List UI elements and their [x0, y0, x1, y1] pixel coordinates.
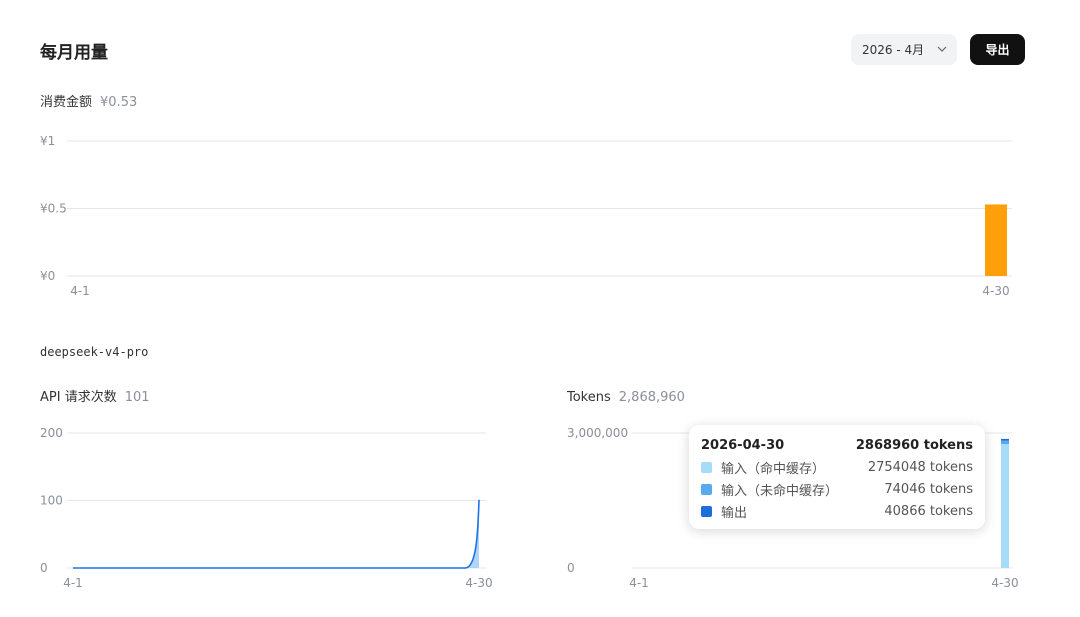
requests-summary: API 请求次数 101: [40, 386, 150, 405]
tokens-label: Tokens: [567, 390, 611, 405]
x-tick-label: 4-30: [465, 576, 492, 590]
requests-line: [73, 499, 480, 569]
legend-swatch: [701, 483, 712, 495]
x-tick-label: 4-1: [629, 576, 649, 590]
requests-area: [73, 499, 479, 568]
tooltip-row-output: 输出 40866 tokens: [701, 500, 973, 522]
y-tick-label: 100: [40, 494, 63, 508]
x-tick-label: 4-1: [63, 576, 83, 590]
tooltip-row-value: 2754048 tokens: [867, 459, 973, 475]
tooltip-row-label: 输入（未命中缓存）: [721, 483, 839, 499]
requests-label: API 请求次数: [40, 390, 117, 405]
requests-value: 101: [124, 390, 150, 405]
tooltip-header: 2026-04-30 2868960 tokens: [701, 435, 973, 455]
y-tick-label: 0: [567, 561, 575, 575]
chart-tooltip: 2026-04-30 2868960 tokens 输入（命中缓存） 27540…: [689, 425, 985, 529]
y-tick-label: 200: [40, 426, 63, 440]
tooltip-row-value: 40866 tokens: [884, 503, 973, 519]
x-tick-label: 4-30: [991, 576, 1018, 590]
tokens-value: 2,868,960: [618, 390, 685, 405]
tooltip-total: 2868960 tokens: [855, 437, 973, 453]
tokens-summary: Tokens 2,868,960: [567, 386, 685, 405]
y-tick-label: 3,000,000: [567, 426, 628, 440]
tooltip-date: 2026-04-30: [701, 437, 785, 453]
y-tick-label: ¥0: [40, 269, 55, 283]
tooltip-row-label: 输出: [721, 505, 748, 521]
tooltip-row-value: 74046 tokens: [884, 481, 973, 497]
tooltip-row-cache-miss: 输入（未命中缓存） 74046 tokens: [701, 478, 973, 500]
legend-swatch: [701, 505, 712, 517]
tokens-bar-segment: [1001, 440, 1009, 445]
legend-swatch: [701, 461, 712, 473]
cost-bar: [985, 204, 1007, 276]
tokens-bar-segment: [1001, 444, 1009, 568]
x-tick-label: 4-1: [70, 284, 90, 298]
tooltip-row-label: 输入（命中缓存）: [721, 461, 826, 477]
x-tick-label: 4-30: [982, 284, 1009, 298]
y-tick-label: ¥1: [40, 134, 55, 148]
y-tick-label: 0: [40, 561, 48, 575]
y-tick-label: ¥0.5: [40, 202, 67, 216]
tokens-bar-segment: [1001, 438, 1009, 441]
model-name: deepseek-v4-pro: [40, 345, 149, 359]
tooltip-row-cache-hit: 输入（命中缓存） 2754048 tokens: [701, 456, 973, 478]
